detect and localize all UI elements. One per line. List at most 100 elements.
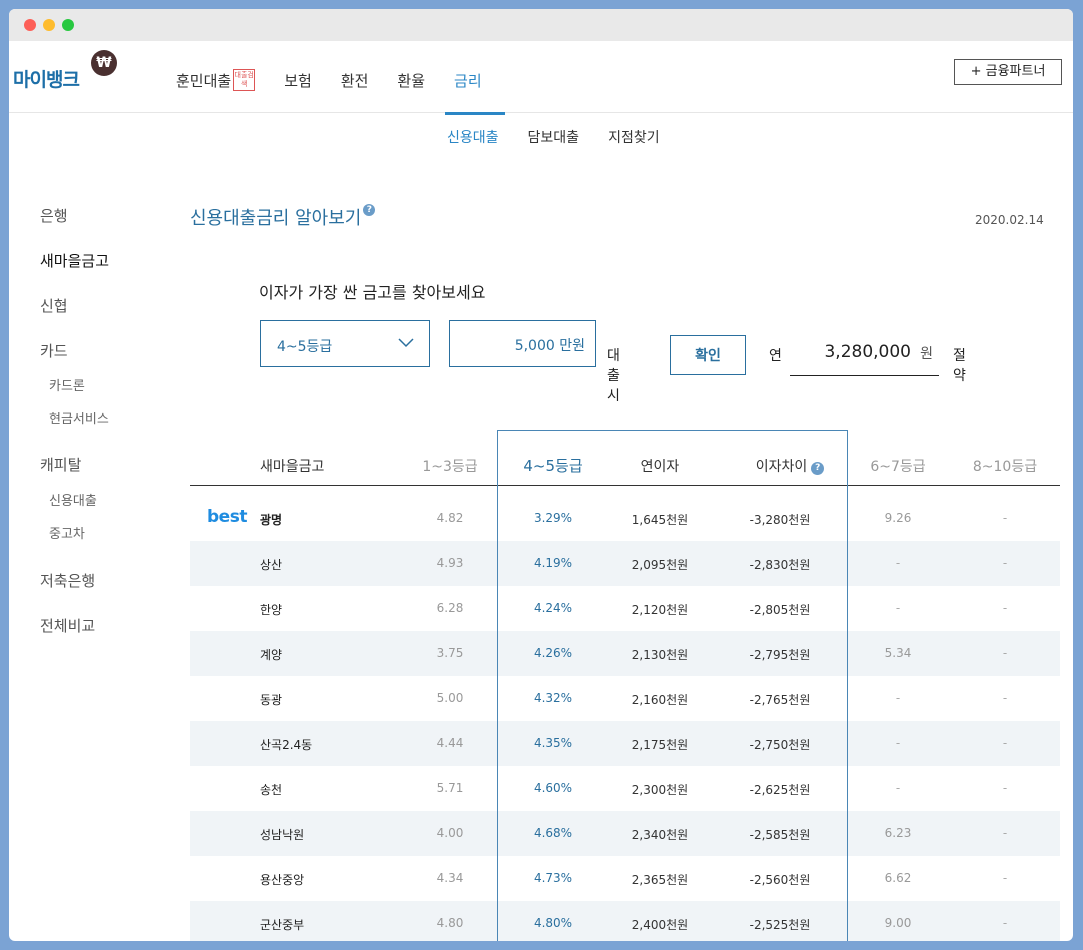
cell-grade-4-5: 4.19% bbox=[533, 556, 573, 570]
cell-name: 송천 bbox=[260, 783, 283, 797]
nav-item-interest-rate[interactable]: 금리 bbox=[454, 69, 482, 91]
loan-label: 대출시 bbox=[607, 348, 620, 404]
cell-grade-1-3: 5.71 bbox=[436, 781, 464, 795]
table-row[interactable]: 송천 5.71 4.60% 2,300천원 -2,625천원 - - bbox=[190, 766, 1060, 811]
cell-grade-1-3: 4.80 bbox=[436, 916, 464, 930]
cell-grade-6-7: - bbox=[895, 601, 901, 615]
table-header: 새마을금고 1~3등급 4~5등급 연이자 이자차이? 6~7등급 8~10등급 bbox=[190, 430, 1060, 486]
cell-name: 계양 bbox=[260, 648, 283, 662]
confirm-button[interactable]: 확인 bbox=[670, 335, 746, 375]
cell-grade-8-10: - bbox=[1002, 691, 1008, 705]
loan-amount-input[interactable]: 5,000 만원 bbox=[449, 320, 596, 367]
header-grade-4-5[interactable]: 4~5등급 bbox=[508, 455, 598, 476]
help-icon[interactable]: ? bbox=[811, 462, 825, 475]
sidebar-item-shinhyup[interactable]: 신협 bbox=[40, 295, 68, 316]
sidebar-item-used-car[interactable]: 중고차 bbox=[49, 523, 85, 542]
nav-item-insurance[interactable]: 보험 bbox=[284, 69, 312, 91]
loan-amount-value: 5,000 만원 bbox=[515, 335, 585, 355]
active-nav-indicator bbox=[445, 112, 505, 115]
tab-find-branch[interactable]: 지점찾기 bbox=[608, 127, 660, 147]
sidebar-item-bank[interactable]: 은행 bbox=[40, 205, 68, 226]
table-row[interactable]: 성남낙원 4.00 4.68% 2,340천원 -2,585천원 6.23 - bbox=[190, 811, 1060, 856]
cell-name: 군산중부 bbox=[260, 918, 305, 932]
cell-grade-8-10: - bbox=[1002, 646, 1008, 660]
maximize-window-button[interactable] bbox=[62, 19, 74, 31]
header-grade-8-10[interactable]: 8~10등급 bbox=[960, 456, 1050, 476]
nav-item-exchange-rate[interactable]: 환율 bbox=[397, 69, 425, 91]
cell-grade-8-10: - bbox=[1002, 511, 1008, 525]
cell-grade-6-7: - bbox=[895, 736, 901, 750]
header-saemaul: 새마을금고 bbox=[260, 459, 325, 475]
sidebar-item-saemaul[interactable]: 새마을금고 bbox=[40, 250, 109, 271]
tab-credit-loan[interactable]: 신용대출 bbox=[447, 127, 499, 147]
cell-interest-diff: -2,585천원 bbox=[749, 828, 811, 842]
cell-grade-1-3: 6.28 bbox=[436, 601, 464, 615]
table-row[interactable]: 용산중앙 4.34 4.73% 2,365천원 -2,560천원 6.62 - bbox=[190, 856, 1060, 901]
page-title: 신용대출금리 알아보기? bbox=[190, 204, 376, 230]
sidebar-item-savings-bank[interactable]: 저축은행 bbox=[40, 570, 95, 591]
saving-label: 절약 bbox=[953, 348, 966, 384]
table-row[interactable]: best 광명 4.82 3.29% 1,645천원 -3,280천원 9.26 - bbox=[190, 496, 1060, 541]
sidebar-item-card-loan[interactable]: 카드론 bbox=[49, 375, 85, 394]
cell-name: 성남낙원 bbox=[260, 828, 305, 842]
cell-interest-diff: -2,750천원 bbox=[749, 738, 811, 752]
sidebar-item-capital-credit-loan[interactable]: 신용대출 bbox=[49, 490, 97, 509]
cell-grade-8-10: - bbox=[1002, 826, 1008, 840]
chevron-down-icon bbox=[398, 338, 414, 348]
page-title-text: 신용대출금리 알아보기 bbox=[190, 208, 362, 229]
loan-amount-unit: 만원 bbox=[559, 338, 585, 354]
header-grade-6-7[interactable]: 6~7등급 bbox=[853, 456, 943, 476]
header-interest-diff: 이자차이? bbox=[730, 456, 850, 476]
cell-name: 광명 bbox=[260, 513, 283, 527]
cell-grade-8-10: - bbox=[1002, 916, 1008, 930]
cell-annual-interest: 2,340천원 bbox=[631, 828, 689, 842]
cell-grade-1-3: 4.44 bbox=[436, 736, 464, 750]
site-logo[interactable]: 마이뱅크 bbox=[13, 65, 80, 92]
minimize-window-button[interactable] bbox=[43, 19, 55, 31]
cell-grade-4-5: 4.80% bbox=[533, 916, 573, 930]
table-row[interactable]: 상산 4.93 4.19% 2,095천원 -2,830천원 - - bbox=[190, 541, 1060, 586]
cell-grade-6-7: 9.00 bbox=[884, 916, 912, 930]
cell-annual-interest: 2,160천원 bbox=[631, 693, 689, 707]
table-row[interactable]: 군산중부 4.80 4.80% 2,400천원 -2,525천원 9.00 - bbox=[190, 901, 1060, 941]
main-menu: 훈민대출 대출검색 보험 환전 환율 금리 bbox=[176, 69, 511, 91]
rate-date: 2020.02.14 bbox=[975, 213, 1044, 227]
cell-grade-4-5: 4.24% bbox=[533, 601, 573, 615]
sidebar-item-capital[interactable]: 캐피탈 bbox=[40, 454, 81, 475]
table-row[interactable]: 계양 3.75 4.26% 2,130천원 -2,795천원 5.34 - bbox=[190, 631, 1060, 676]
table-row[interactable]: 산곡2.4동 4.44 4.35% 2,175천원 -2,750천원 - - bbox=[190, 721, 1060, 766]
table-row[interactable]: 동광 5.00 4.32% 2,160천원 -2,765천원 - - bbox=[190, 676, 1060, 721]
sidebar-item-card[interactable]: 카드 bbox=[40, 340, 68, 361]
cell-grade-4-5: 4.73% bbox=[533, 871, 573, 885]
cell-name: 산곡2.4동 bbox=[260, 738, 313, 752]
nav-item-loan[interactable]: 훈민대출 대출검색 bbox=[176, 69, 256, 91]
header-grade-1-3[interactable]: 1~3등급 bbox=[405, 456, 495, 476]
help-icon[interactable]: ? bbox=[363, 204, 376, 216]
window-titlebar bbox=[9, 9, 1073, 41]
cell-grade-6-7: - bbox=[895, 691, 901, 705]
cell-interest-diff: -2,560천원 bbox=[749, 873, 811, 887]
cell-interest-diff: -2,830천원 bbox=[749, 558, 811, 572]
grade-select[interactable]: 4~5등급 bbox=[260, 320, 430, 367]
nav-item-exchange[interactable]: 환전 bbox=[341, 69, 369, 91]
tab-secured-loan[interactable]: 담보대출 bbox=[528, 127, 580, 147]
cell-grade-8-10: - bbox=[1002, 871, 1008, 885]
sidebar-item-cash-service[interactable]: 현금서비스 bbox=[49, 408, 109, 427]
loan-search-stamp-icon: 대출검색 bbox=[233, 69, 256, 91]
cell-grade-4-5: 4.60% bbox=[533, 781, 573, 795]
sidebar-item-compare-all[interactable]: 전체비교 bbox=[40, 615, 95, 636]
grade-select-value: 4~5등급 bbox=[277, 339, 333, 355]
cell-grade-6-7: 5.34 bbox=[884, 646, 912, 660]
cell-grade-4-5: 3.29% bbox=[533, 511, 573, 525]
cell-annual-interest: 2,365천원 bbox=[631, 873, 689, 887]
close-window-button[interactable] bbox=[24, 19, 36, 31]
cell-grade-8-10: - bbox=[1002, 781, 1008, 795]
year-label: 연 bbox=[769, 348, 782, 364]
cell-interest-diff: -2,795천원 bbox=[749, 648, 811, 662]
financial-partner-button[interactable]: + 금융파트너 bbox=[954, 59, 1062, 85]
table-row[interactable]: 한양 6.28 4.24% 2,120천원 -2,805천원 - - bbox=[190, 586, 1060, 631]
cell-name: 상산 bbox=[260, 558, 283, 572]
nav-item-loan-label: 훈민대출 bbox=[176, 71, 232, 90]
cell-annual-interest: 1,645천원 bbox=[631, 513, 689, 527]
cell-interest-diff: -2,525천원 bbox=[749, 918, 811, 932]
